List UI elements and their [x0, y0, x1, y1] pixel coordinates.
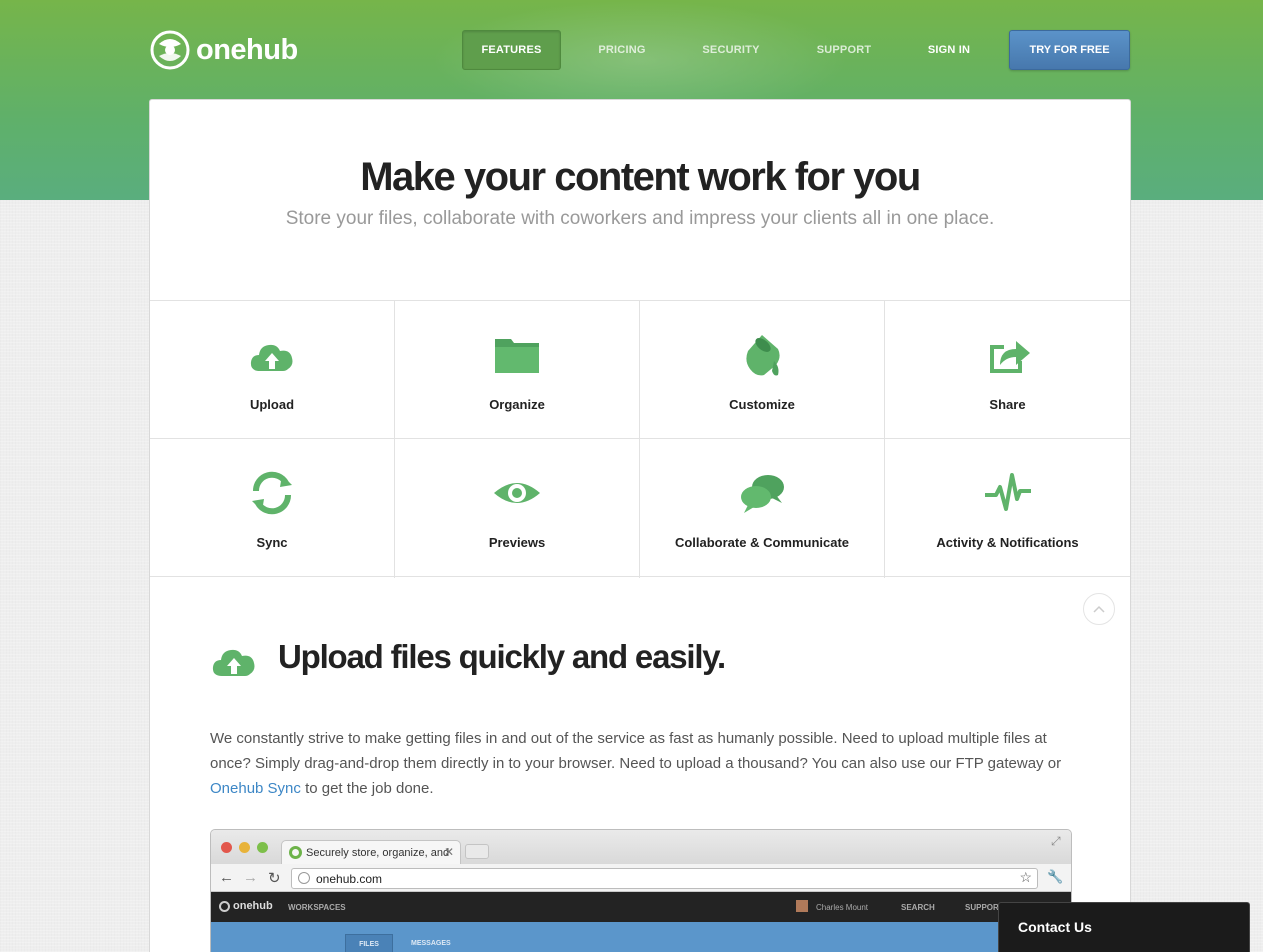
chat-bubbles-icon	[741, 475, 784, 513]
content-card: Make your content work for you Store you…	[149, 99, 1131, 952]
app-main: FILES MESSAGES	[211, 922, 1071, 952]
new-tab-icon	[465, 844, 489, 859]
feature-label: Upload	[249, 397, 295, 412]
onehub-logo-icon	[150, 30, 190, 70]
main-nav: FEATURES PRICING SECURITY SUPPORT SIGN I…	[462, 30, 989, 70]
section-body-text: We constantly strive to make getting fil…	[210, 730, 1062, 772]
nav-sign-in[interactable]: SIGN IN	[909, 30, 989, 70]
browser-tabbar: Securely store, organize, and ✕ ⤢	[211, 830, 1071, 864]
nav-security[interactable]: SECURITY	[683, 30, 779, 70]
browser-tab: Securely store, organize, and ✕	[281, 840, 461, 864]
feature-collaborate[interactable]: Collaborate & Communicate	[640, 439, 885, 578]
scroll-top-button[interactable]	[1083, 593, 1115, 625]
globe-icon	[298, 872, 310, 884]
minimize-light-icon	[239, 842, 250, 853]
tab-title: Securely store, organize, and	[306, 846, 450, 859]
onehub-sync-link[interactable]: Onehub Sync	[210, 780, 301, 797]
nav-support[interactable]: SUPPORT	[779, 30, 909, 70]
forward-icon: →	[243, 869, 258, 886]
feature-label: Share	[989, 397, 1026, 412]
app-user-name: Charles Mount	[816, 903, 869, 912]
wrench-icon: 🔧	[1047, 869, 1064, 884]
section-body: We constantly strive to make getting fil…	[210, 726, 1070, 801]
cloud-upload-icon	[250, 344, 293, 371]
feature-share[interactable]: Share	[885, 301, 1130, 439]
app-logo-icon	[219, 900, 230, 912]
feature-label: Customize	[729, 397, 795, 412]
close-light-icon	[221, 842, 232, 853]
section-body-text-end: to get the job done.	[300, 780, 434, 797]
zoom-light-icon	[257, 842, 268, 853]
feature-label: Sync	[256, 535, 288, 550]
nav-pricing[interactable]: PRICING	[561, 30, 683, 70]
close-icon: ✕	[443, 845, 454, 859]
folder-icon	[495, 339, 539, 373]
onehub-logo[interactable]: onehub	[150, 30, 298, 70]
try-for-free-button[interactable]: TRY FOR FREE	[1009, 30, 1130, 70]
url-text: onehub.com	[316, 871, 383, 886]
logo-text: onehub	[196, 33, 298, 66]
app-user: Charles Mount	[796, 900, 869, 912]
feature-customize[interactable]: Customize	[640, 301, 885, 439]
feature-label: Activity & Notifications	[936, 535, 1079, 550]
feature-grid: Upload Organize Customize Share Sync Pre…	[150, 300, 1130, 578]
contact-us-button[interactable]: Contact Us	[998, 902, 1250, 952]
feature-label: Previews	[488, 535, 546, 550]
section-title: Upload files quickly and easily.	[278, 638, 726, 675]
app-logo-text: onehub	[233, 900, 273, 912]
browser-screenshot: Securely store, organize, and ✕ ⤢ ← → ↻ …	[210, 829, 1072, 952]
feature-label: Collaborate & Communicate	[674, 535, 850, 550]
app-workspaces: WORKSPACES	[288, 903, 346, 912]
fullscreen-icon: ⤢	[1051, 834, 1061, 848]
share-icon	[989, 341, 1030, 373]
app-logo: onehub	[219, 900, 273, 912]
feature-activity[interactable]: Activity & Notifications	[885, 439, 1130, 578]
url-bar: onehub.com ☆	[291, 868, 1038, 889]
nav-features[interactable]: FEATURES	[462, 30, 561, 70]
app-search: SEARCH	[901, 903, 935, 912]
feature-label: Organize	[489, 397, 545, 412]
chevron-up-icon	[1093, 605, 1105, 613]
reload-icon: ↻	[268, 870, 281, 887]
feature-upload[interactable]: Upload	[150, 301, 395, 439]
eye-icon	[494, 483, 540, 503]
feature-organize[interactable]: Organize	[395, 301, 640, 439]
paint-bucket-icon	[746, 335, 780, 376]
page-title: Make your content work for you	[360, 155, 921, 199]
pulse-icon	[984, 473, 1031, 511]
feature-previews[interactable]: Previews	[395, 439, 640, 578]
browser-toolbar: ← → ↻ onehub.com ☆ 🔧	[211, 864, 1071, 892]
cloud-upload-icon	[212, 649, 255, 676]
page-subtitle: Store your files, collaborate with cowor…	[285, 208, 995, 229]
sync-icon	[252, 471, 292, 515]
feature-sync[interactable]: Sync	[150, 439, 395, 578]
app-topbar: onehub WORKSPACES Charles Mount SEARCH S…	[211, 892, 1071, 922]
app-files-tab: FILES	[345, 934, 393, 952]
star-icon: ☆	[1019, 869, 1032, 885]
app-messages-tab: MESSAGES	[411, 940, 451, 947]
avatar	[796, 900, 808, 912]
favicon-icon	[289, 846, 302, 859]
back-icon: ←	[219, 869, 234, 886]
